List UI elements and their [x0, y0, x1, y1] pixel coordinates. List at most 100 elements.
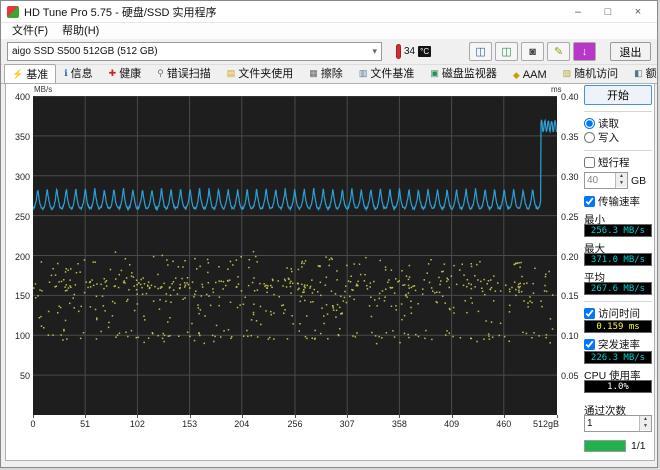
pass-count-input[interactable]: [585, 416, 635, 431]
tab-AAM[interactable]: ◆AAM: [505, 67, 555, 83]
screenshot-button[interactable]: ◙: [521, 42, 544, 61]
info-icon: ℹ: [64, 69, 67, 78]
thermometer-icon: [396, 44, 401, 59]
stepper-down-icon[interactable]: ▼: [640, 423, 651, 430]
access-time-option[interactable]: 访问时间: [584, 306, 652, 320]
tab-label: 基准: [26, 66, 48, 82]
stepper-up-icon[interactable]: ▲: [640, 416, 651, 423]
short-stroke-input[interactable]: [585, 173, 615, 188]
stepper-down-icon[interactable]: ▼: [616, 180, 627, 187]
y-left-tick-label: 400: [7, 92, 30, 102]
x-tick-label: 204: [227, 419, 257, 429]
divider: [584, 301, 652, 302]
short-stroke-stepper[interactable]: ▲ ▼: [584, 172, 628, 189]
extra-tests-icon: ◧: [634, 69, 643, 78]
tab-错误扫描[interactable]: ⚲错误扫描: [149, 63, 219, 83]
min-value: 256.3 MB/s: [584, 224, 652, 237]
benchmark-chart: MB/s ms 501001502002503003504000.050.100…: [7, 87, 589, 443]
temperature-display: 34 °C: [396, 44, 431, 59]
copy-to-file-button[interactable]: ◫: [495, 42, 518, 61]
short-stroke-checkbox[interactable]: [584, 157, 595, 168]
aam-icon: ◆: [513, 71, 520, 80]
pass-count-stepper[interactable]: ▲ ▼: [584, 415, 652, 432]
transfer-rate-checkbox[interactable]: [584, 196, 595, 207]
short-stroke-size: ▲ ▼ GB: [584, 172, 652, 189]
random-access-icon: ▨: [563, 69, 572, 78]
x-tick-label: 358: [384, 419, 414, 429]
menu-item[interactable]: 帮助(H): [55, 23, 106, 39]
write-label: 写入: [598, 130, 619, 145]
stepper-arrows[interactable]: ▲ ▼: [615, 173, 627, 188]
y-right-tick-label: 0.30: [561, 172, 579, 182]
tab-文件夹使用[interactable]: ▤文件夹使用: [219, 63, 302, 83]
start-button[interactable]: 开始: [584, 85, 652, 105]
health-icon: ✚: [109, 69, 117, 78]
short-stroke-option[interactable]: 短行程: [584, 155, 652, 169]
tab-额外测试[interactable]: ◧额外测试: [626, 63, 658, 83]
save-button[interactable]: ↓: [573, 42, 596, 61]
tab-磁盘监视器[interactable]: ▣磁盘监视器: [422, 63, 505, 83]
y-left-tick-label: 50: [7, 371, 30, 381]
y-right-tick-label: 0.05: [561, 371, 579, 381]
add-text-button[interactable]: ✎: [547, 42, 570, 61]
tab-信息[interactable]: ℹ信息: [56, 63, 100, 83]
y-right-tick-label: 0.15: [561, 291, 579, 301]
x-tick-mark: [504, 415, 505, 418]
read-radio[interactable]: [584, 118, 595, 129]
progress-label: 1/1: [631, 440, 646, 452]
x-tick-mark: [557, 415, 558, 418]
tab-文件基准[interactable]: ▥文件基准: [351, 63, 423, 83]
hdtune-window: HD Tune Pro 5.75 - 硬盘/SSD 实用程序 – □ × 文件(…: [0, 0, 658, 468]
stepper-arrows[interactable]: ▲ ▼: [639, 416, 651, 431]
y-left-tick-label: 200: [7, 252, 30, 262]
divider: [584, 150, 652, 151]
read-option[interactable]: 读取: [584, 116, 652, 130]
y-left-tick-label: 150: [7, 291, 30, 301]
tab-label: 错误扫描: [167, 65, 211, 81]
max-label: 最大: [584, 241, 652, 253]
access-time-checkbox[interactable]: [584, 308, 595, 319]
benchmark-control-panel: 开始 读取 写入 短行程 ▲ ▼: [584, 85, 652, 452]
app-icon: [7, 6, 19, 18]
avg-value: 267.6 MB/s: [584, 282, 652, 295]
exit-button[interactable]: 退出: [610, 42, 651, 61]
tab-随机访问[interactable]: ▨随机访问: [555, 63, 627, 83]
tab-健康[interactable]: ✚健康: [101, 63, 150, 83]
x-tick-label: 0: [18, 419, 48, 429]
x-tick-mark: [190, 415, 191, 418]
tab-擦除[interactable]: ▦擦除: [301, 63, 351, 83]
minimize-button[interactable]: –: [563, 2, 593, 22]
temperature-value: 34: [404, 46, 415, 57]
disk-monitor-icon: ▣: [430, 69, 439, 78]
benchmark-icon: ⚡: [12, 70, 23, 79]
drive-select[interactable]: aigo SSD S500 512GB (512 GB) ▾: [7, 42, 382, 61]
menu-item[interactable]: 文件(F): [5, 23, 55, 39]
x-tick-label: 512gB: [529, 419, 559, 429]
max-value: 371.0 MB/s: [584, 253, 652, 266]
tab-label: 额外测试: [646, 65, 658, 81]
write-option[interactable]: 写入: [584, 130, 652, 144]
stepper-up-icon[interactable]: ▲: [616, 173, 627, 180]
close-button[interactable]: ×: [623, 2, 653, 22]
x-tick-mark: [137, 415, 138, 418]
read-label: 读取: [598, 116, 619, 131]
progress-row: 1/1: [584, 440, 652, 452]
maximize-button[interactable]: □: [593, 2, 623, 22]
burst-rate-checkbox[interactable]: [584, 339, 595, 350]
menu-bar: 文件(F)帮助(H): [1, 23, 657, 39]
copy-to-clipboard-button[interactable]: ◫: [469, 42, 492, 61]
transfer-rate-option[interactable]: 传输速率: [584, 194, 652, 208]
tab-label: 随机访问: [574, 65, 618, 81]
short-stroke-label: 短行程: [598, 155, 630, 170]
y-right-tick-label: 0.25: [561, 212, 579, 222]
folder-usage-icon: ▤: [227, 69, 236, 78]
min-label: 最小: [584, 212, 652, 224]
x-tick-label: 51: [70, 419, 100, 429]
y-right-tick-label: 0.35: [561, 132, 579, 142]
toolbar: aigo SSD S500 512GB (512 GB) ▾ 34 °C ◫◫◙…: [1, 39, 657, 65]
burst-rate-option[interactable]: 突发速率: [584, 337, 652, 351]
write-radio[interactable]: [584, 132, 595, 143]
y-right-tick-label: 0.20: [561, 252, 579, 262]
y-right-tick-label: 0.40: [561, 92, 579, 102]
tab-基准[interactable]: ⚡基准: [4, 64, 56, 84]
